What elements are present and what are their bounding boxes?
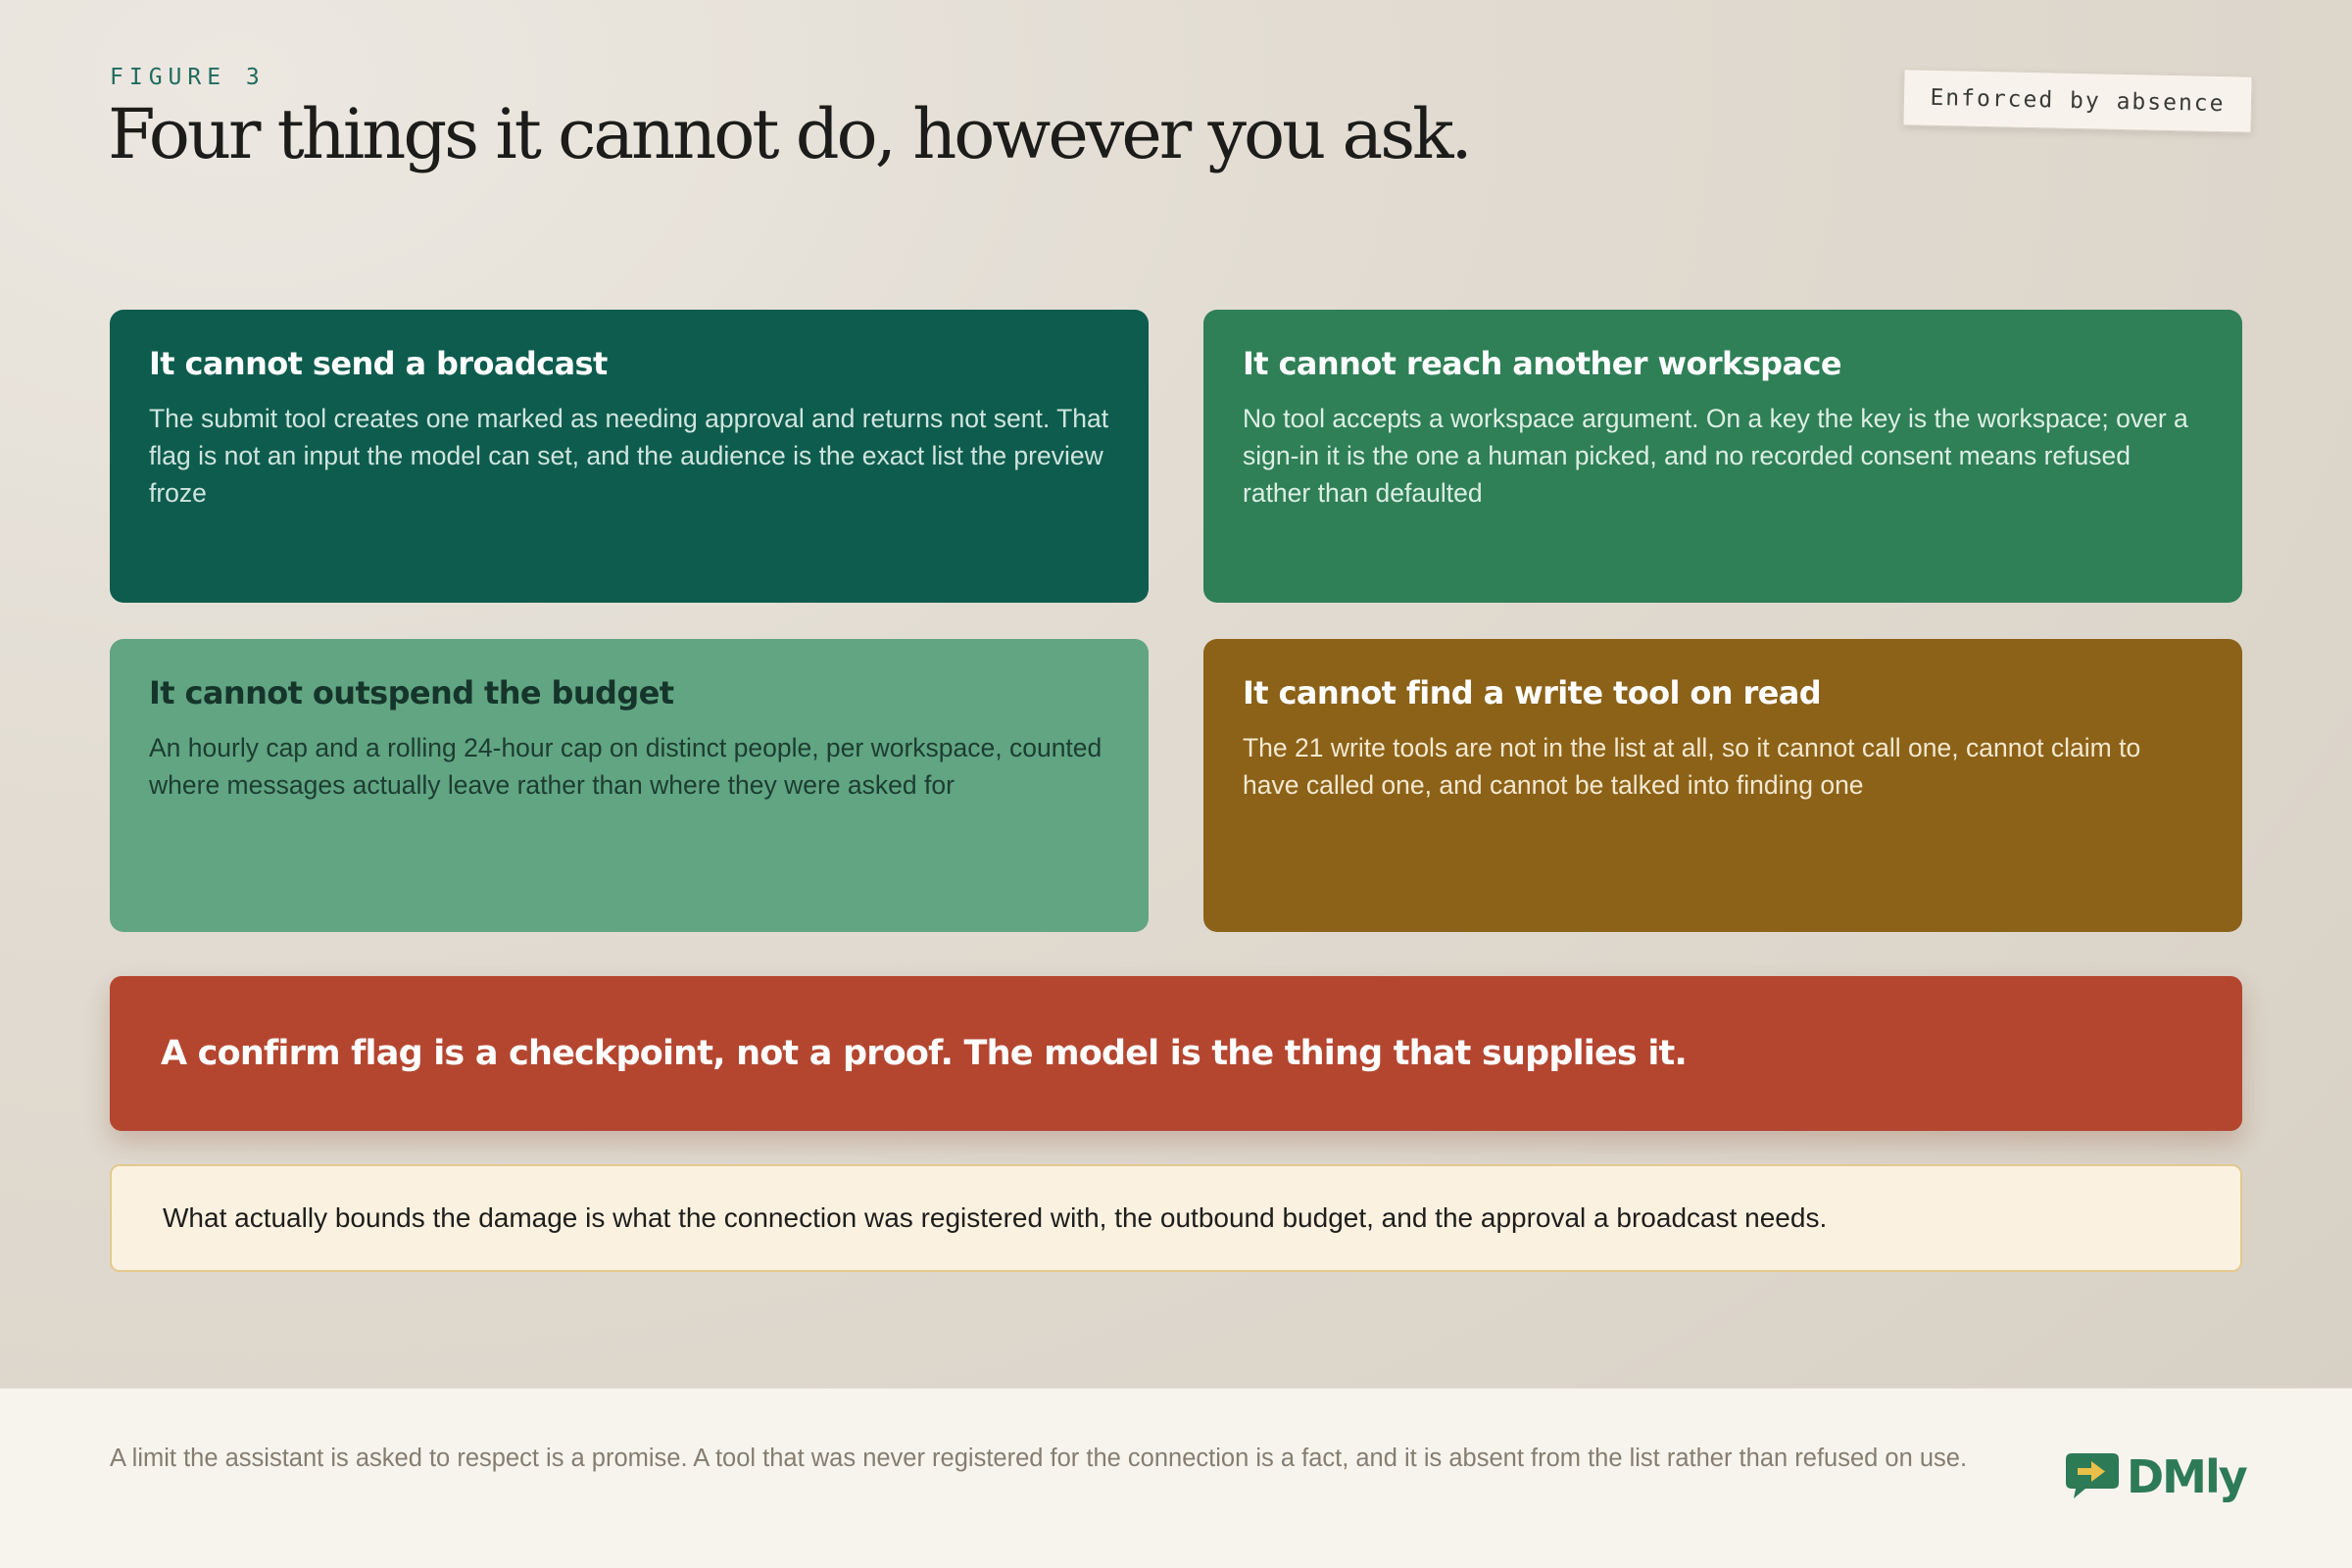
card-title: It cannot find a write tool on read <box>1243 674 1822 711</box>
banner-text: A confirm flag is a checkpoint, not a pr… <box>161 1034 1688 1073</box>
figure-canvas: FIGURE 3 Four things it cannot do, howev… <box>0 0 2352 1388</box>
enforced-stamp: Enforced by absence <box>1902 69 2253 133</box>
card-broadcast: It cannot send a broadcast The submit to… <box>110 310 1149 603</box>
page-title: Four things it cannot do, however you as… <box>108 94 1473 174</box>
brand-logo: DMly <box>2064 1447 2248 1506</box>
card-budget: It cannot outspend the budget An hourly … <box>110 639 1149 932</box>
card-workspace: It cannot reach another workspace No too… <box>1203 310 2242 603</box>
card-title: It cannot reach another workspace <box>1243 345 1842 382</box>
note-text: What actually bounds the damage is what … <box>163 1202 1828 1233</box>
footer: A limit the assistant is asked to respec… <box>0 1388 2352 1568</box>
damage-note: What actually bounds the damage is what … <box>110 1164 2242 1272</box>
card-write-tool: It cannot find a write tool on read The … <box>1203 639 2242 932</box>
confirm-flag-banner: A confirm flag is a checkpoint, not a pr… <box>110 976 2242 1131</box>
card-body: An hourly cap and a rolling 24-hour cap … <box>149 733 1102 800</box>
figure-label: FIGURE 3 <box>110 65 266 90</box>
card-body: The 21 write tools are not in the list a… <box>1243 733 2141 800</box>
chat-arrow-icon <box>2064 1449 2121 1504</box>
card-title: It cannot outspend the budget <box>149 674 674 711</box>
card-body: No tool accepts a workspace argument. On… <box>1243 404 2188 508</box>
card-title: It cannot send a broadcast <box>149 345 608 382</box>
logo-wordmark: DMly <box>2127 1450 2248 1503</box>
footer-text: A limit the assistant is asked to respec… <box>110 1445 1968 1472</box>
card-body: The submit tool creates one marked as ne… <box>149 404 1109 508</box>
